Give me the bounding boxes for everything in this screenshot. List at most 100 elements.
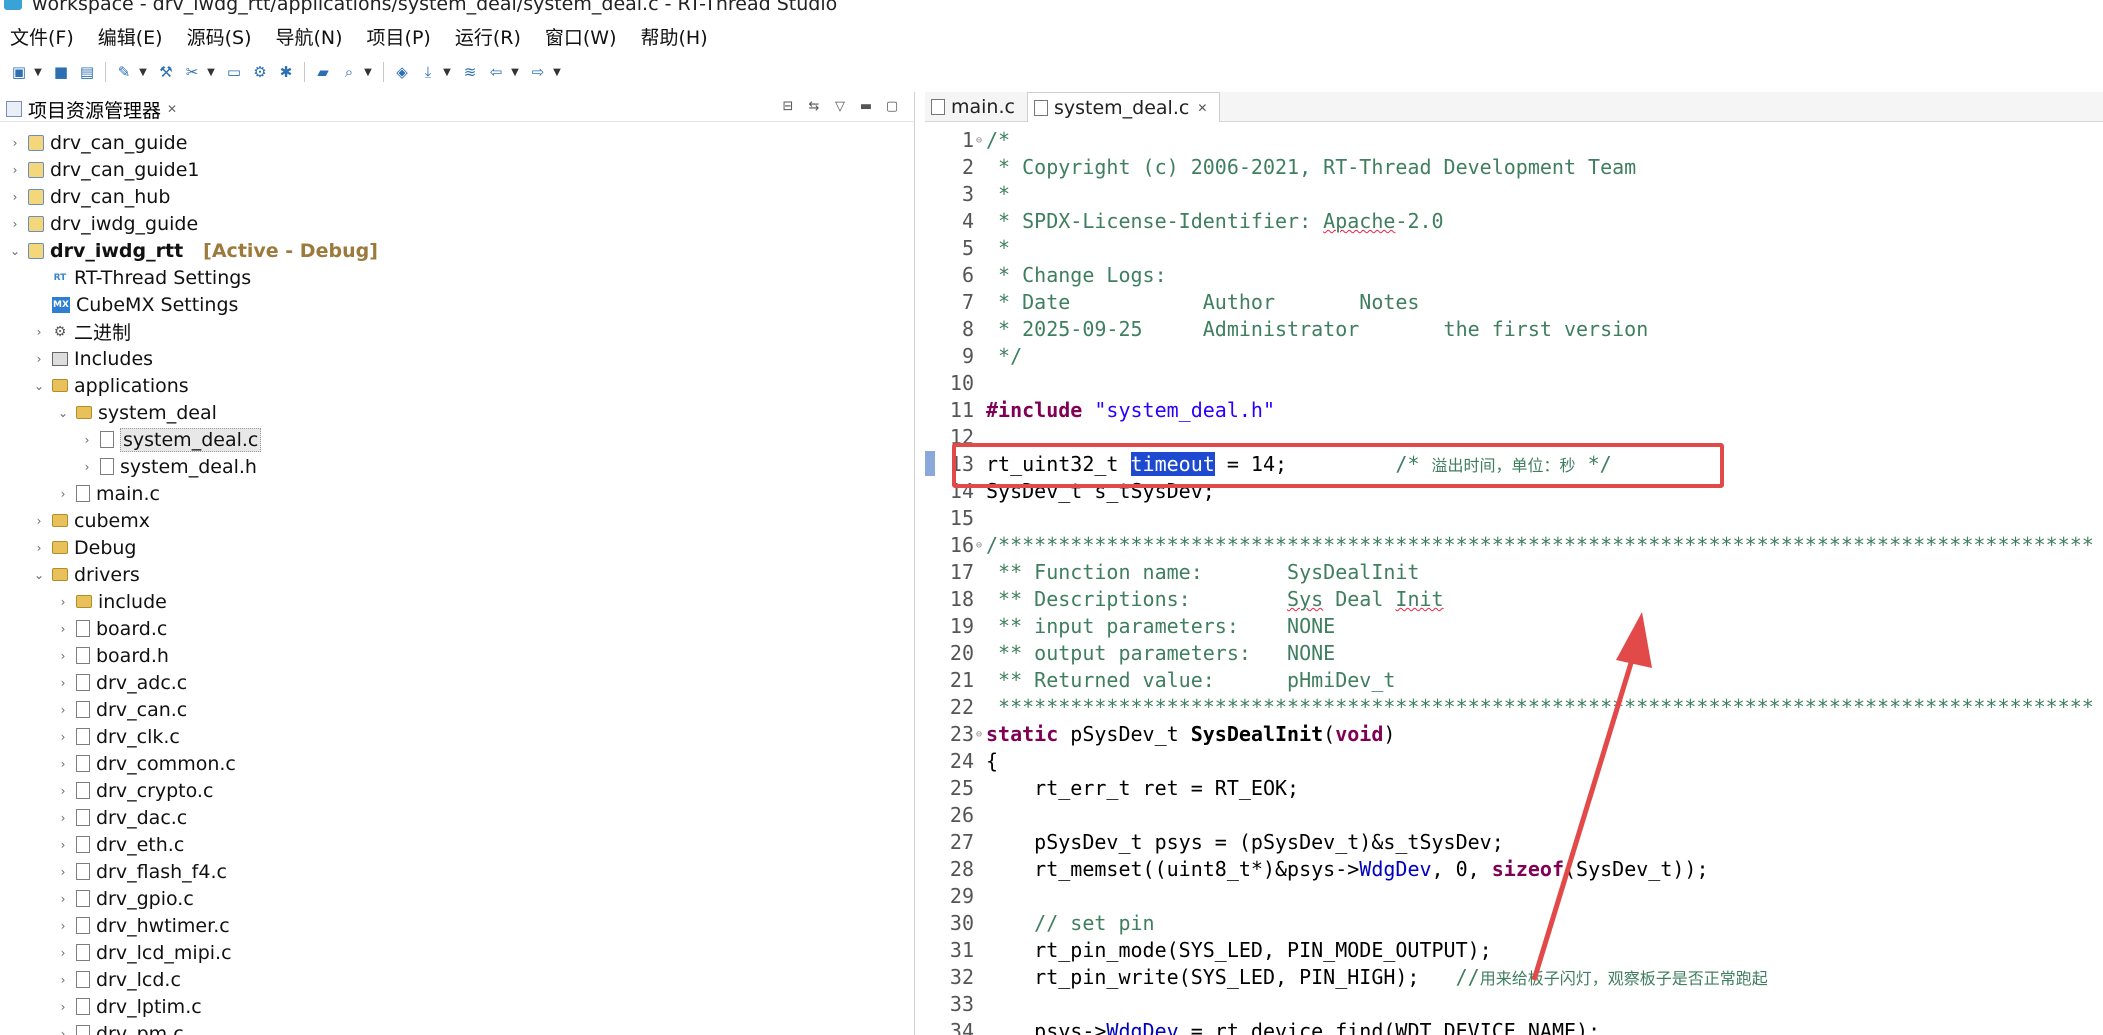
- tree-item[interactable]: › drv_common.c: [0, 750, 915, 777]
- chevron-icon[interactable]: ›: [56, 622, 70, 636]
- tree-item[interactable]: › drv_lcd_mipi.c: [0, 939, 915, 966]
- code-line[interactable]: 30 // set pin: [925, 910, 2103, 937]
- tab-system-deal-c[interactable]: system_deal.c ✕: [1026, 92, 1221, 122]
- menu-project[interactable]: 项目(P): [367, 23, 431, 50]
- build-dropdown-icon[interactable]: ▼: [137, 62, 149, 82]
- rebuild-icon[interactable]: ⚒: [156, 62, 176, 82]
- code-line[interactable]: 27 pSysDev_t psys = (pSysDev_t)&s_tSysDe…: [925, 829, 2103, 856]
- chevron-icon[interactable]: ›: [56, 730, 70, 744]
- chevron-icon[interactable]: ›: [56, 973, 70, 987]
- save-all-icon[interactable]: ▤: [77, 62, 97, 82]
- save-icon[interactable]: ■: [51, 62, 71, 82]
- fold-icon[interactable]: ⊖: [976, 127, 986, 154]
- chevron-icon[interactable]: ›: [32, 325, 46, 339]
- tab-project-explorer[interactable]: 项目资源管理器 ✕: [0, 92, 187, 122]
- code-line[interactable]: 28 rt_memset((uint8_t*)&psys->WdgDev, 0,…: [925, 856, 2103, 883]
- code-line[interactable]: 19 ** input parameters: NONE: [925, 613, 2103, 640]
- code-line[interactable]: 17 ** Function name: SysDealInit: [925, 559, 2103, 586]
- chevron-icon[interactable]: ›: [56, 649, 70, 663]
- chevron-icon[interactable]: ⌄: [32, 379, 46, 393]
- chevron-icon[interactable]: ›: [56, 838, 70, 852]
- tree-item[interactable]: › drv_flash_f4.c: [0, 858, 915, 885]
- tree-item[interactable]: › system_deal.c: [0, 426, 915, 453]
- chevron-icon[interactable]: ›: [8, 190, 22, 204]
- chevron-icon[interactable]: ›: [56, 811, 70, 825]
- tree-item[interactable]: ⌄ drivers: [0, 561, 915, 588]
- chevron-icon[interactable]: ›: [56, 946, 70, 960]
- tree-item[interactable]: › drv_pm.c: [0, 1020, 915, 1035]
- code-line[interactable]: 23 ⊖ static pSysDev_t SysDealInit(void): [925, 721, 2103, 748]
- chevron-icon[interactable]: ›: [56, 919, 70, 933]
- code-line[interactable]: 8 * 2025-09-25 Administrator the first v…: [925, 316, 2103, 343]
- link-editor-icon[interactable]: ⇆: [805, 97, 823, 115]
- tree-item[interactable]: › system_deal.h: [0, 453, 915, 480]
- chevron-icon[interactable]: ⌄: [56, 406, 70, 420]
- build-icon[interactable]: ✎: [114, 62, 134, 82]
- sdk-icon[interactable]: ◈: [392, 62, 412, 82]
- tree-item[interactable]: ⌄ system_deal: [0, 399, 915, 426]
- code-line[interactable]: 7 * Date Author Notes: [925, 289, 2103, 316]
- close-icon[interactable]: ✕: [1197, 101, 1207, 115]
- code-line[interactable]: 34 psys->WdgDev = rt_device_find(WDT_DEV…: [925, 1018, 2103, 1035]
- layers-icon[interactable]: ≋: [460, 62, 480, 82]
- tree-item[interactable]: › drv_adc.c: [0, 669, 915, 696]
- code-line[interactable]: 26: [925, 802, 2103, 829]
- chevron-icon[interactable]: ›: [80, 460, 94, 474]
- open-folder-icon[interactable]: ▰: [313, 62, 333, 82]
- tree-item[interactable]: RT RT-Thread Settings: [0, 264, 915, 291]
- flash-dropdown-icon[interactable]: ▼: [441, 62, 453, 82]
- code-line[interactable]: 33: [925, 991, 2103, 1018]
- forward-icon[interactable]: ⇨: [528, 62, 548, 82]
- menu-navigate[interactable]: 导航(N): [276, 23, 343, 50]
- code-area[interactable]: 1 ⊖/* 2 * Copyright (c) 2006-2021, RT-Thre…: [925, 127, 2103, 1035]
- settings-icon[interactable]: ⚙: [250, 62, 270, 82]
- tree-item[interactable]: ⌄ applications: [0, 372, 915, 399]
- tree-item[interactable]: › drv_gpio.c: [0, 885, 915, 912]
- chevron-icon[interactable]: ›: [56, 757, 70, 771]
- code-line[interactable]: 32 rt_pin_write(SYS_LED, PIN_HIGH); //用来…: [925, 964, 2103, 991]
- code-line[interactable]: 22 *************************************…: [925, 694, 2103, 721]
- chevron-icon[interactable]: ›: [56, 1027, 70, 1035]
- tree-item[interactable]: › ⚙ 二进制: [0, 318, 915, 345]
- chevron-icon[interactable]: ›: [8, 217, 22, 231]
- tree-item[interactable]: › drv_can.c: [0, 696, 915, 723]
- code-line[interactable]: 18 ** Descriptions: Sys Deal Init: [925, 586, 2103, 613]
- tree-item[interactable]: › main.c: [0, 480, 915, 507]
- menu-window[interactable]: 窗口(W): [545, 23, 617, 50]
- chevron-icon[interactable]: ⌄: [8, 244, 22, 258]
- menu-source[interactable]: 源码(S): [187, 23, 252, 50]
- chevron-icon[interactable]: ›: [56, 703, 70, 717]
- tree-item[interactable]: › drv_eth.c: [0, 831, 915, 858]
- new-dropdown-icon[interactable]: ▼: [32, 62, 44, 82]
- tree-item[interactable]: › drv_dac.c: [0, 804, 915, 831]
- fold-icon[interactable]: ⊖: [976, 532, 986, 559]
- menu-help[interactable]: 帮助(H): [641, 23, 708, 50]
- search-dropdown-icon[interactable]: ▼: [362, 62, 374, 82]
- tree-item[interactable]: MX CubeMX Settings: [0, 291, 915, 318]
- chevron-icon[interactable]: ›: [8, 163, 22, 177]
- tree-item[interactable]: › drv_can_guide1: [0, 156, 915, 183]
- chevron-icon[interactable]: ›: [8, 136, 22, 150]
- code-line[interactable]: 31 rt_pin_mode(SYS_LED, PIN_MODE_OUTPUT)…: [925, 937, 2103, 964]
- debug-icon[interactable]: ✱: [276, 62, 296, 82]
- chevron-icon[interactable]: ›: [56, 784, 70, 798]
- tree-item[interactable]: › drv_hwtimer.c: [0, 912, 915, 939]
- tree-item[interactable]: › drv_iwdg_guide: [0, 210, 915, 237]
- menu-file[interactable]: 文件(F): [10, 23, 74, 50]
- menu-run[interactable]: 运行(R): [455, 23, 521, 50]
- tree-item[interactable]: › drv_crypto.c: [0, 777, 915, 804]
- maximize-icon[interactable]: ▢: [883, 97, 901, 115]
- tree-item[interactable]: › cubemx: [0, 507, 915, 534]
- flash-icon[interactable]: ⤓: [418, 62, 438, 82]
- clean-icon[interactable]: ✂: [182, 62, 202, 82]
- code-line[interactable]: 3 *: [925, 181, 2103, 208]
- code-line[interactable]: 25 rt_err_t ret = RT_EOK;: [925, 775, 2103, 802]
- code-line[interactable]: 4 * SPDX-License-Identifier: Apache-2.0: [925, 208, 2103, 235]
- chevron-icon[interactable]: ›: [56, 892, 70, 906]
- search-icon[interactable]: ⌕: [339, 62, 359, 82]
- chevron-icon[interactable]: ⌄: [32, 568, 46, 582]
- code-line[interactable]: 9 */: [925, 343, 2103, 370]
- tree-item[interactable]: › Includes: [0, 345, 915, 372]
- code-line[interactable]: 5 *: [925, 235, 2103, 262]
- chevron-icon[interactable]: ›: [56, 1000, 70, 1014]
